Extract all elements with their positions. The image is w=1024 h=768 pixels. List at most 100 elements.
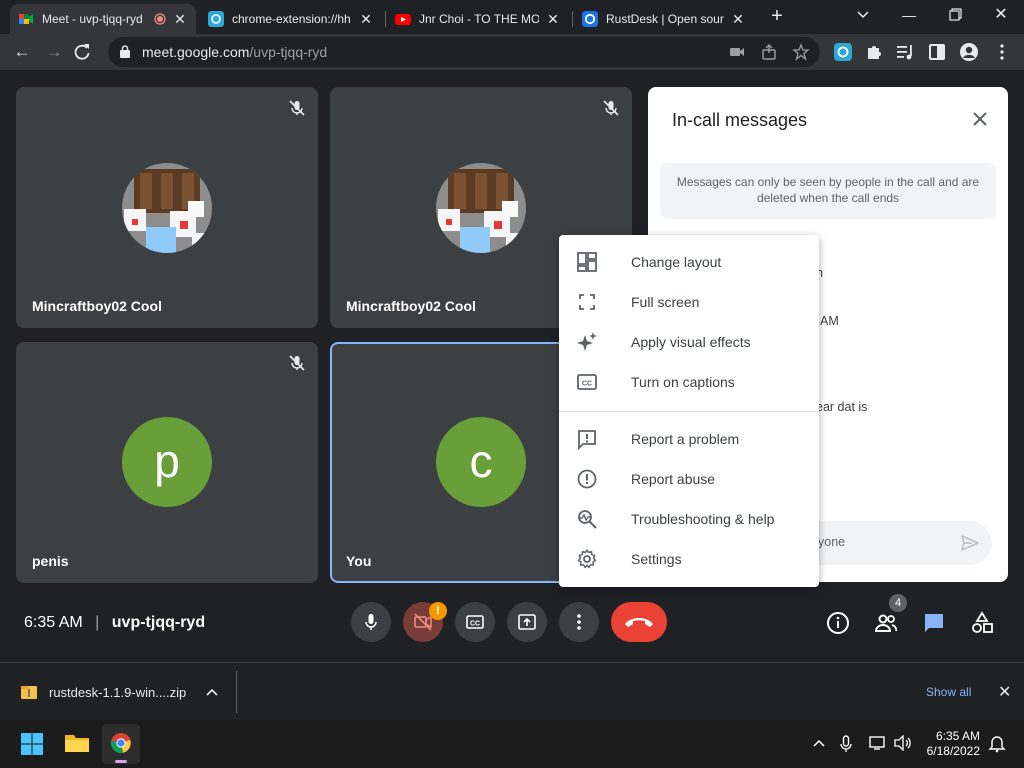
- network-icon[interactable]: [869, 735, 887, 751]
- avatar: p: [122, 417, 212, 507]
- tab-title: Meet - uvp-tjqq-ryd: [42, 12, 143, 26]
- close-icon[interactable]: [970, 109, 990, 129]
- clock-time: 6:35 AM: [935, 729, 980, 743]
- avatar: c: [436, 417, 526, 507]
- forward-button[interactable]: →: [40, 38, 68, 66]
- reload-icon[interactable]: [72, 42, 92, 62]
- messages-notice: Messages can only be seen by people in t…: [660, 163, 996, 219]
- microphone-icon[interactable]: [839, 735, 853, 753]
- message-placeholder: yone: [818, 535, 846, 549]
- menu-item-label: Settings: [631, 551, 682, 567]
- profile-picture: [122, 163, 212, 253]
- new-tab-button[interactable]: +: [765, 5, 789, 29]
- media-control-icon[interactable]: [895, 42, 915, 62]
- puzzle-extensions-icon[interactable]: [864, 42, 884, 62]
- tab-search-icon[interactable]: [840, 6, 886, 24]
- show-all-button[interactable]: Show all: [926, 685, 971, 699]
- activities-icon[interactable]: [970, 611, 994, 635]
- download-filename[interactable]: rustdesk-1.1.9-win....zip: [49, 685, 186, 700]
- menu-item-label: Full screen: [631, 294, 700, 310]
- side-panel-icon[interactable]: [927, 42, 947, 62]
- report-icon: [577, 469, 597, 489]
- menu-item-report-abuse[interactable]: Report abuse: [559, 459, 819, 499]
- extension-rustdesk-icon[interactable]: [833, 42, 853, 62]
- youtube-icon: [395, 14, 411, 25]
- tab-separator: [385, 11, 386, 27]
- participant-name: Mincraftboy02 Cool: [32, 298, 162, 314]
- microphone-icon: [365, 614, 377, 630]
- menu-item-captions[interactable]: CC Turn on captions: [559, 362, 819, 402]
- more-vert-icon: [577, 614, 581, 630]
- close-download-shelf-icon[interactable]: ✕: [998, 682, 1011, 702]
- more-options-button[interactable]: [559, 602, 599, 642]
- participant-name: penis: [32, 553, 69, 569]
- chrome-menu-icon[interactable]: [992, 42, 1012, 62]
- share-icon[interactable]: [760, 43, 778, 61]
- zip-file-icon: [21, 686, 37, 699]
- meeting-details-icon[interactable]: [826, 611, 850, 635]
- menu-item-settings[interactable]: Settings: [559, 539, 819, 579]
- sparkle-icon: [577, 332, 597, 351]
- leave-call-button[interactable]: [611, 602, 667, 642]
- chat-icon[interactable]: [922, 611, 946, 635]
- profile-avatar-icon[interactable]: [959, 42, 979, 62]
- volume-icon[interactable]: [894, 735, 912, 751]
- meeting-code: uvp-tjqq-ryd: [111, 614, 206, 631]
- active-app-indicator: [115, 760, 127, 763]
- menu-item-report-problem[interactable]: Report a problem: [559, 419, 819, 459]
- camera-in-use-icon[interactable]: [728, 43, 746, 61]
- bookmark-star-icon[interactable]: [792, 43, 810, 61]
- tab-close-icon[interactable]: ✕: [358, 11, 374, 28]
- people-count-badge: 4: [889, 594, 907, 612]
- menu-item-visual-effects[interactable]: Apply visual effects: [559, 322, 819, 362]
- tab-youtube[interactable]: Jnr Choi - TO THE MOON ✕: [387, 4, 569, 34]
- more-options-menu: Change layout Full screen Apply visual e…: [559, 235, 819, 587]
- chrome-taskbar-button[interactable]: [102, 724, 140, 764]
- rustdesk-icon: [582, 11, 598, 27]
- tab-rustdesk[interactable]: RustDesk | Open source ✕: [574, 4, 754, 34]
- url-text: meet.google.com/uvp-tjqq-ryd: [142, 44, 327, 60]
- file-explorer-icon[interactable]: [64, 732, 90, 754]
- send-icon[interactable]: [960, 533, 980, 553]
- back-button[interactable]: ←: [8, 38, 36, 66]
- menu-item-label: Troubleshooting & help: [631, 511, 775, 527]
- mic-off-icon: [603, 100, 619, 116]
- notification-icon[interactable]: [988, 735, 1006, 753]
- menu-item-full-screen[interactable]: Full screen: [559, 282, 819, 322]
- participant-tile[interactable]: Mincraftboy02 Cool: [16, 87, 318, 328]
- window-close-button[interactable]: ✕: [978, 2, 1024, 30]
- feedback-icon: [578, 430, 596, 450]
- present-screen-icon: [518, 614, 536, 630]
- message-input[interactable]: yone: [796, 521, 992, 565]
- meet-stage: Mincraftboy02 Cool Mincraftboy02 Cool p …: [0, 70, 1024, 662]
- participant-tile[interactable]: p penis: [16, 342, 318, 583]
- microphone-button[interactable]: [351, 602, 391, 642]
- menu-item-troubleshooting[interactable]: Troubleshooting & help: [559, 499, 819, 539]
- minimize-button[interactable]: —: [886, 2, 932, 30]
- tab-close-icon[interactable]: ✕: [545, 11, 561, 28]
- message-fragment: ear dat is: [816, 400, 868, 414]
- clock-date: 6/18/2022: [926, 744, 980, 758]
- captions-icon: CC: [577, 374, 597, 390]
- url-host: meet.google.com: [142, 44, 250, 60]
- restore-button[interactable]: [932, 8, 978, 22]
- menu-item-label: Report a problem: [631, 431, 740, 447]
- chevron-up-icon[interactable]: [205, 686, 219, 698]
- people-icon[interactable]: [874, 611, 898, 635]
- tab-meet[interactable]: Meet - uvp-tjqq-ryd ✕: [10, 4, 196, 34]
- captions-button[interactable]: CC: [455, 602, 495, 642]
- info-divider: |: [95, 614, 100, 631]
- address-bar[interactable]: meet.google.com/uvp-tjqq-ryd: [108, 37, 820, 67]
- fullscreen-icon: [579, 294, 595, 310]
- windows-start-icon[interactable]: [20, 732, 44, 756]
- svg-text:CC: CC: [470, 621, 480, 628]
- tab-close-icon[interactable]: ✕: [172, 11, 188, 28]
- participant-name: You: [346, 553, 372, 569]
- menu-item-change-layout[interactable]: Change layout: [559, 242, 819, 282]
- system-clock[interactable]: 6:35 AM 6/18/2022: [927, 729, 980, 759]
- recording-icon: [154, 13, 166, 25]
- present-button[interactable]: [507, 602, 547, 642]
- chevron-up-icon[interactable]: [812, 738, 826, 748]
- tab-close-icon[interactable]: ✕: [730, 11, 746, 28]
- tab-extension[interactable]: chrome-extension://hh ✕: [200, 4, 382, 34]
